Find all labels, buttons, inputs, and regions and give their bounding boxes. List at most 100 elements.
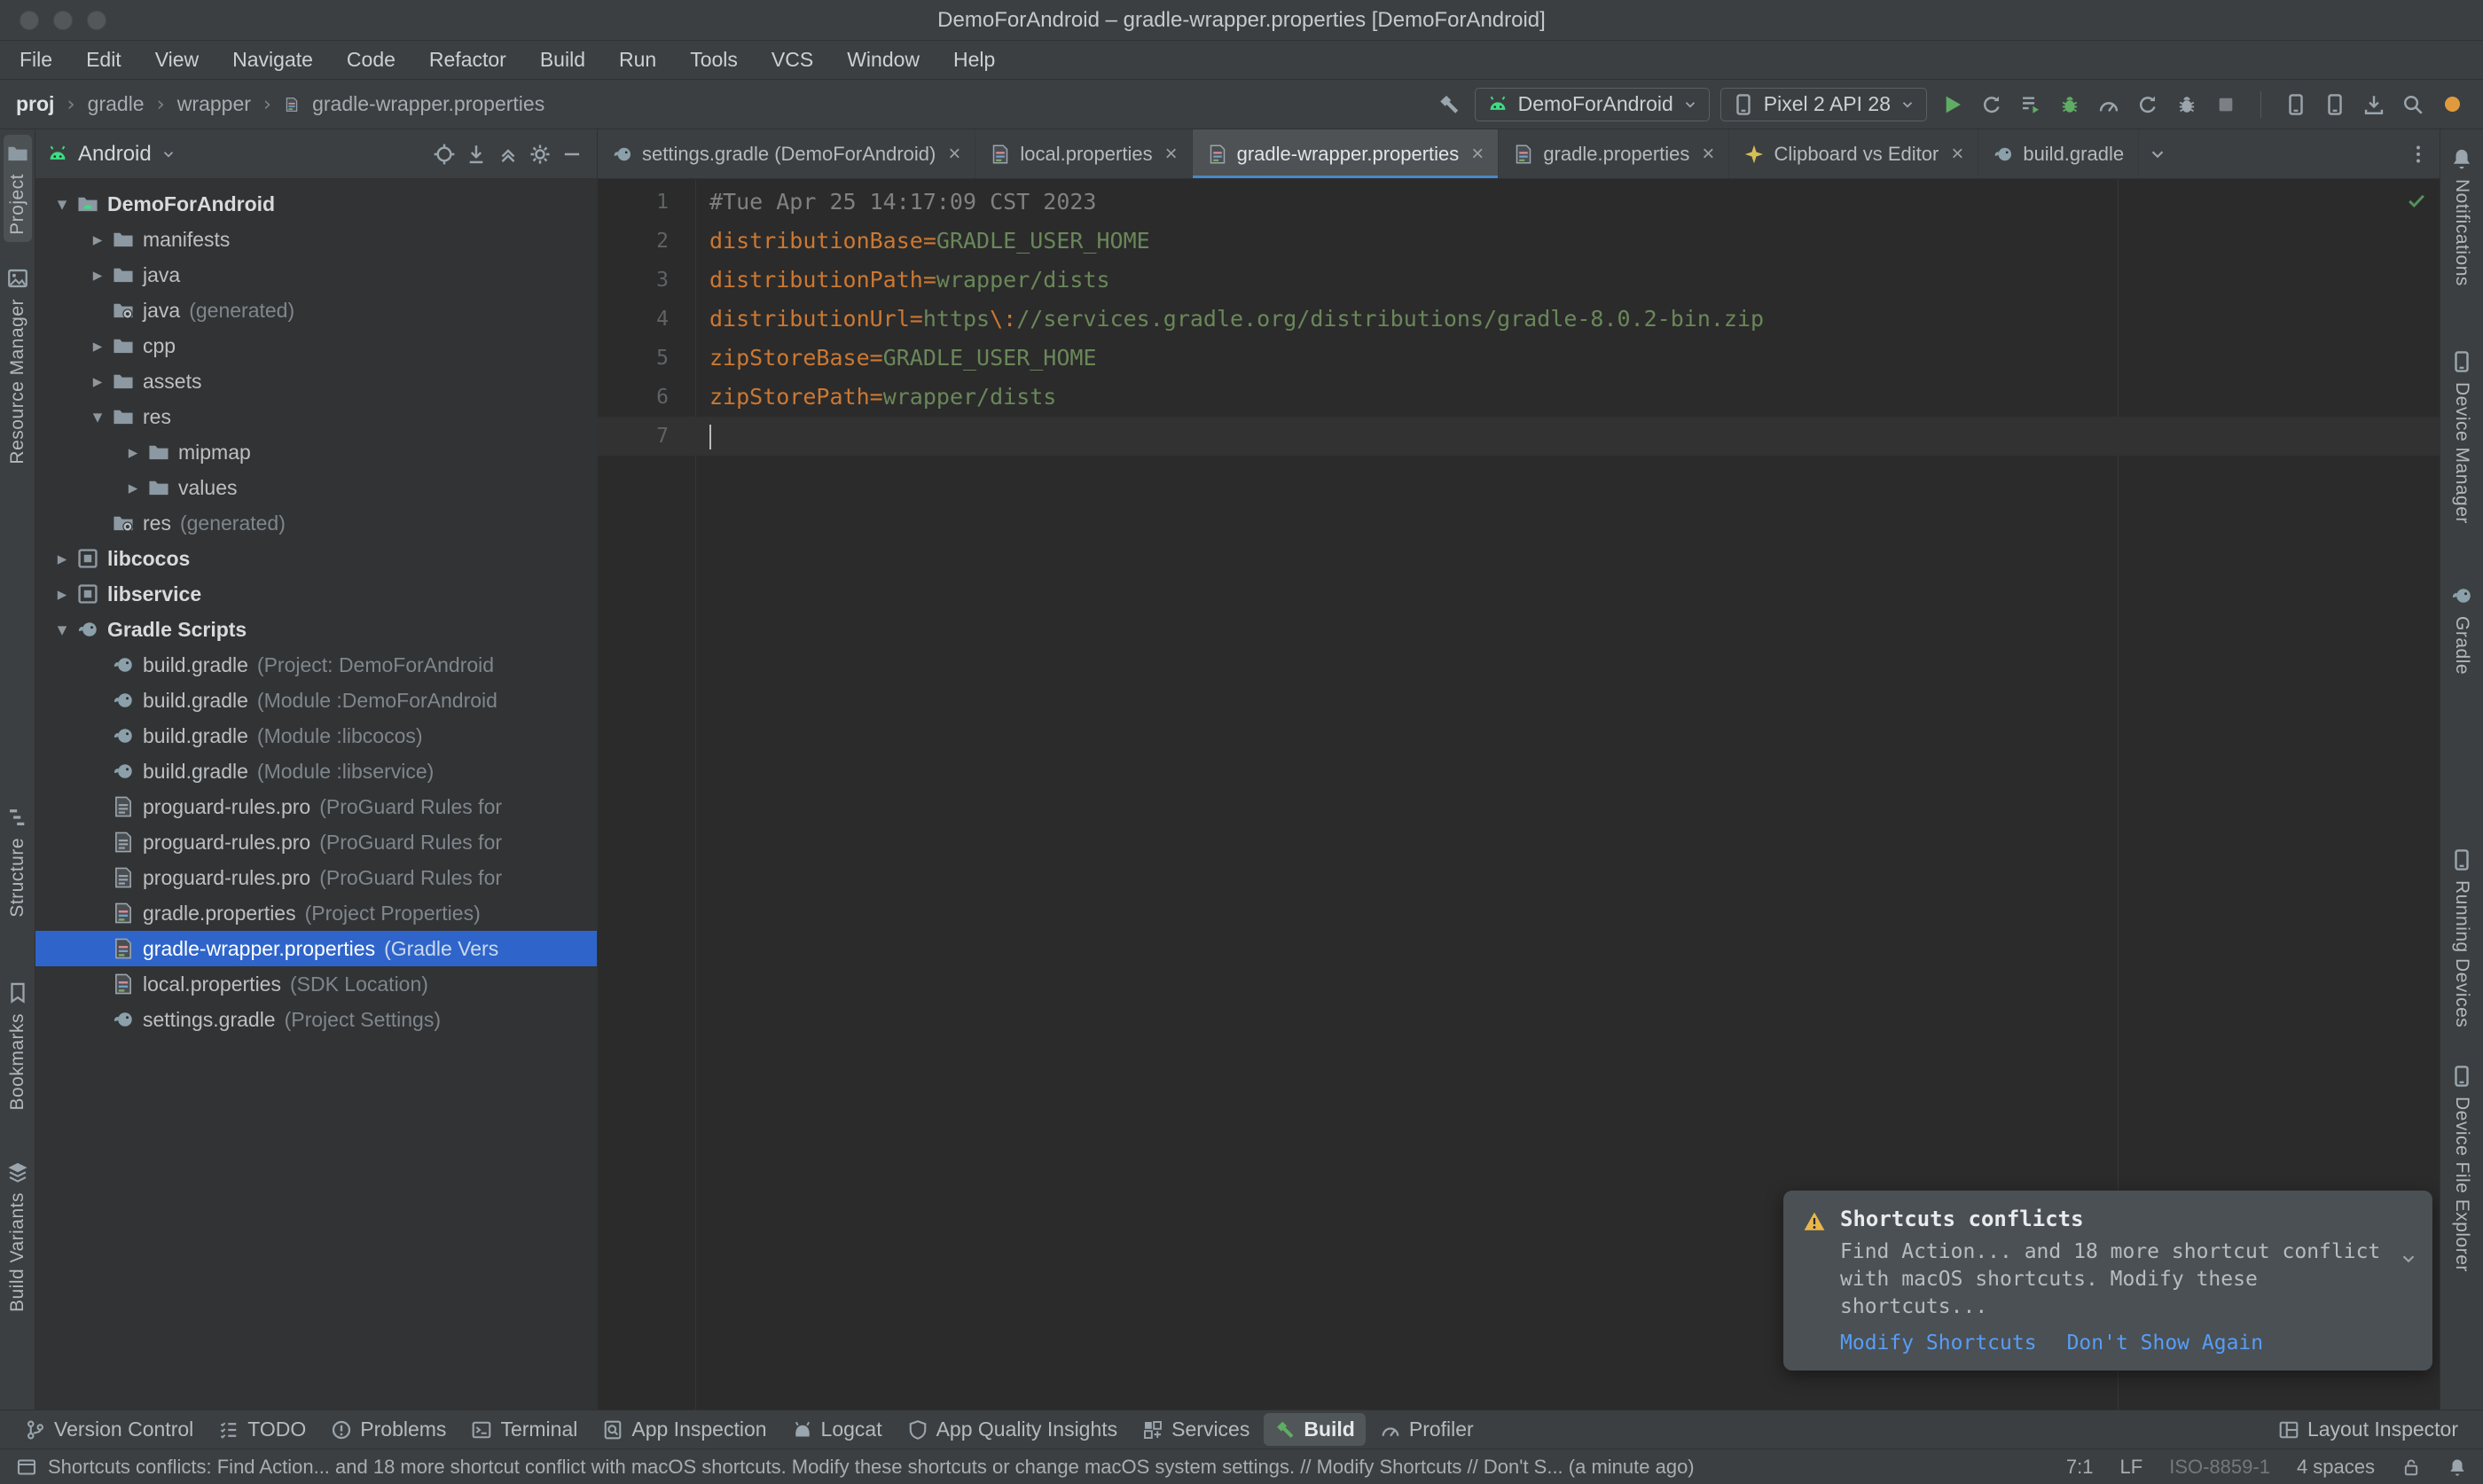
tree-item-manifests[interactable]: ▸manifests [35,222,597,257]
tree-item-demoforandroid[interactable]: ▾DemoForAndroid [35,186,597,222]
editor-tab-gradle-properties[interactable]: gradle.properties× [1499,129,1729,178]
tool-stripe-bookmarks[interactable]: Bookmarks [4,974,32,1118]
menu-file[interactable]: File [20,48,52,72]
attach-debugger-button[interactable] [2172,90,2202,120]
code-line-3[interactable]: 3distributionPath=wrapper/dists [598,261,2440,300]
tree-item-local-properties-sdk-location[interactable]: local.properties(SDK Location) [35,966,597,1002]
expand-notification-icon[interactable] [2399,1249,2418,1269]
tree-item-gradle-properties-project-properties[interactable]: gradle.properties(Project Properties) [35,895,597,931]
tool-window-button-layout-inspector[interactable]: Layout Inspector [2268,1413,2469,1446]
tree-chevron-icon[interactable]: ▸ [83,264,112,285]
tree-chevron-icon[interactable]: ▸ [83,229,112,250]
tree-item-java-generated[interactable]: java(generated) [35,293,597,328]
run-config-selector[interactable]: DemoForAndroid [1475,88,1710,121]
tree-chevron-icon[interactable]: ▸ [48,548,76,569]
menu-refactor[interactable]: Refactor [429,48,506,72]
tool-stripe-gradle[interactable]: Gradle [2448,577,2476,682]
profiler-button[interactable] [2094,90,2124,120]
tree-chevron-icon[interactable]: ▾ [83,406,112,427]
window-icon[interactable] [16,1457,37,1478]
code-line-1[interactable]: 1#Tue Apr 25 14:17:09 CST 2023 [598,183,2440,222]
readonly-lock-icon[interactable] [2401,1457,2421,1477]
hidden-tabs-icon[interactable] [2148,144,2167,164]
select-opened-file-button[interactable] [430,140,458,168]
tree-chevron-icon[interactable]: ▸ [119,441,147,463]
tree-item-res-generated[interactable]: res(generated) [35,505,597,541]
breadcrumb-item-proj[interactable]: proj [16,92,54,116]
menu-help[interactable]: Help [953,48,995,72]
indent-setting[interactable]: 4 spaces [2297,1456,2375,1479]
tree-item-build-gradle-project-demoforandroid[interactable]: build.gradle(Project: DemoForAndroid [35,647,597,683]
tool-window-button-terminal[interactable]: Terminal [460,1413,588,1446]
apply-changes-button[interactable] [1977,90,2007,120]
line-separator[interactable]: LF [2120,1456,2143,1479]
tree-item-gradle-wrapper-properties-gradle-vers[interactable]: gradle-wrapper.properties(Gradle Vers [35,931,597,966]
build-hammer-button[interactable] [1434,90,1464,120]
tree-item-gradle-scripts[interactable]: ▾Gradle Scripts [35,612,597,647]
tree-item-mipmap[interactable]: ▸mipmap [35,434,597,470]
tool-window-button-app-inspection[interactable]: App Inspection [591,1413,777,1446]
tool-window-button-services[interactable]: Services [1132,1413,1260,1446]
breadcrumb-item-wrapper[interactable]: wrapper [177,92,251,116]
menu-vcs[interactable]: VCS [772,48,813,72]
modify-shortcuts-link[interactable]: Modify Shortcuts [1840,1332,2037,1355]
tool-stripe-device-manager[interactable]: Device Manager [2448,343,2476,531]
tool-window-button-profiler[interactable]: Profiler [1369,1413,1484,1446]
menu-view[interactable]: View [155,48,199,72]
menu-tools[interactable]: Tools [690,48,738,72]
code-line-2[interactable]: 2distributionBase=GRADLE_USER_HOME [598,222,2440,261]
tree-chevron-icon[interactable]: ▸ [83,335,112,356]
collapse-all-button[interactable] [494,140,522,168]
close-tab-icon[interactable]: × [948,142,960,167]
tree-item-proguard-rules-pro-proguard-rules-for[interactable]: proguard-rules.pro(ProGuard Rules for [35,789,597,824]
menu-run[interactable]: Run [619,48,656,72]
code-line-4[interactable]: 4distributionUrl=https\://services.gradl… [598,300,2440,339]
tool-stripe-structure[interactable]: Structure [4,799,32,925]
notifications-icon[interactable] [2448,1457,2467,1477]
options-button[interactable] [526,140,554,168]
tree-item-libservice[interactable]: ▸libservice [35,576,597,612]
tree-chevron-icon[interactable]: ▸ [83,371,112,392]
editor-tab-build-gradle[interactable]: build.gradle [1978,129,2139,178]
close-window-button[interactable] [20,11,39,30]
hide-panel-button[interactable] [558,140,586,168]
tool-window-button-app-quality-insights[interactable]: App Quality Insights [897,1413,1129,1446]
sync-project-button[interactable] [2133,90,2163,120]
editor-tab-clipboard-vs-editor[interactable]: Clipboard vs Editor× [1729,129,1978,178]
editor-options-icon[interactable] [2408,144,2429,165]
caret-position[interactable]: 7:1 [2066,1456,2094,1479]
tree-item-values[interactable]: ▸values [35,470,597,505]
tree-item-cpp[interactable]: ▸cpp [35,328,597,363]
menu-edit[interactable]: Edit [86,48,121,72]
run-button[interactable] [1938,90,1968,120]
run-configurations-button[interactable] [2016,90,2046,120]
tool-stripe-notifications[interactable]: Notifications [2448,140,2476,293]
menu-build[interactable]: Build [540,48,585,72]
editor-tab-local-properties[interactable]: local.properties× [975,129,1192,178]
tree-item-proguard-rules-pro-proguard-rules-for[interactable]: proguard-rules.pro(ProGuard Rules for [35,860,597,895]
device-selector[interactable]: Pixel 2 API 28 [1720,88,1927,121]
project-view-selector[interactable]: Android [78,142,152,167]
debug-button[interactable] [2055,90,2085,120]
zoom-window-button[interactable] [87,11,106,30]
tool-window-button-build[interactable]: Build [1264,1413,1366,1446]
close-tab-icon[interactable]: × [1951,142,1963,167]
device-mirroring-button[interactable] [2320,90,2350,120]
tree-item-settings-gradle-project-settings[interactable]: settings.gradle(Project Settings) [35,1002,597,1037]
close-tab-icon[interactable]: × [1471,142,1484,167]
tree-chevron-icon[interactable]: ▸ [48,583,76,605]
dont-show-again-link[interactable]: Don't Show Again [2067,1332,2264,1355]
tool-stripe-build-variants[interactable]: Build Variants [4,1153,32,1319]
breadcrumb-item-gradle[interactable]: gradle [88,92,145,116]
tool-stripe-project[interactable]: Project [4,135,32,242]
tree-item-build-gradle-module-libservice[interactable]: build.gradle(Module :libservice) [35,754,597,789]
menu-window[interactable]: Window [847,48,920,72]
file-encoding[interactable]: ISO-8859-1 [2169,1456,2270,1479]
editor[interactable]: 1#Tue Apr 25 14:17:09 CST 20232distribut… [598,179,2440,1410]
tool-window-button-todo[interactable]: TODO [208,1413,317,1446]
tree-chevron-icon[interactable]: ▾ [48,619,76,640]
minimize-window-button[interactable] [53,11,73,30]
close-tab-icon[interactable]: × [1702,142,1714,167]
device-manager-button[interactable] [2281,90,2311,120]
tree-item-libcocos[interactable]: ▸libcocos [35,541,597,576]
